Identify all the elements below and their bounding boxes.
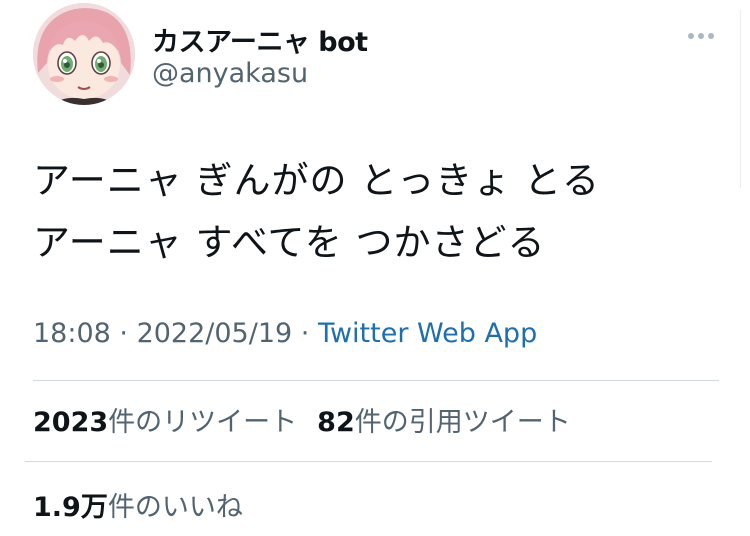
tweet-date[interactable]: 2022/05/19 [137,318,293,349]
tweet-detail: カスアーニャ bot @anyakasu アーニャ ぎんがの とっきょ とる ア… [0,0,750,536]
avatar[interactable] [33,3,135,105]
like-count: 1.9万 [33,492,108,523]
more-dot-icon [688,33,694,39]
quote-count-link[interactable]: 82件の引用ツイート [317,400,571,439]
more-dot-icon [708,33,714,39]
engagement-stats: 2023件のリツイート 82件の引用ツイート [33,400,571,439]
like-label: 件のいいね [107,492,243,523]
panel-edge [740,10,750,188]
avatar-anime-girl-icon [33,3,135,105]
like-count-link[interactable]: 1.9万件のいいね [33,485,243,524]
more-options-button[interactable] [684,29,718,43]
quote-count: 82 [317,407,355,438]
retweet-label: 件のリツイート [108,407,298,438]
more-dot-icon [698,33,704,39]
user-handle[interactable]: @anyakasu [152,58,308,89]
quote-label: 件の引用ツイート [354,407,571,438]
meta-separator: · [292,318,318,349]
display-name[interactable]: カスアーニャ bot [152,20,368,59]
tweet-time[interactable]: 18:08 [33,318,111,349]
tweet-source-link[interactable]: Twitter Web App [318,318,537,349]
divider [33,380,719,381]
retweet-count-link[interactable]: 2023件のリツイート [33,400,297,439]
meta-separator: · [110,318,137,349]
tweet-text: アーニャ ぎんがの とっきょ とる アーニャ すべてを つかさどる [33,150,600,274]
tweet-text-line: アーニャ ぎんがの とっきょ とる [33,159,600,202]
tweet-text-line: アーニャ すべてを つかさどる [33,221,546,264]
retweet-count: 2023 [33,407,109,438]
tweet-meta: 18:08 · 2022/05/19 · Twitter Web App [33,318,537,349]
divider [25,461,712,462]
